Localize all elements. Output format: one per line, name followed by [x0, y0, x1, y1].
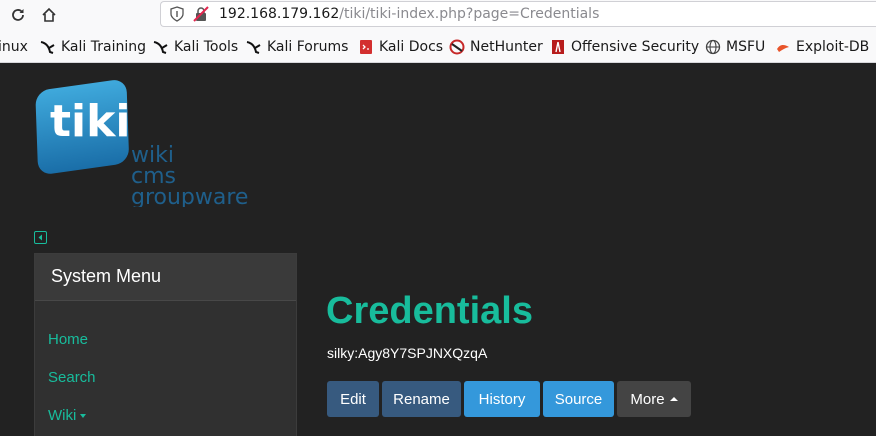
bookmark-kali-linux[interactable]: inux	[0, 38, 28, 56]
url-host: 192.168.179.162	[219, 6, 340, 22]
bookmark-kali-tools[interactable]: Kali Tools	[153, 38, 238, 56]
browser-toolbar: 192.168.179.162/tiki/tiki-index.php?page…	[0, 0, 876, 30]
bookmark-nethunter[interactable]: NetHunter	[449, 38, 543, 56]
page-title: Credentials	[326, 290, 533, 332]
edit-button[interactable]: Edit	[327, 381, 379, 417]
nethunter-icon	[449, 39, 465, 55]
menu-item-wiki[interactable]: Wiki	[48, 407, 87, 424]
bookmark-exploit-db[interactable]: Exploit-DB	[775, 38, 869, 56]
source-button[interactable]: Source	[543, 381, 614, 417]
wiki-page-content: silky:Agy8Y7SPJNXQzqA	[327, 345, 488, 361]
url-bar[interactable]: 192.168.179.162/tiki/tiki-index.php?page…	[160, 1, 876, 27]
reload-icon	[12, 9, 24, 21]
reload-button[interactable]	[7, 4, 29, 26]
system-menu: System Menu Home Search Wiki	[34, 253, 297, 436]
tiki-logo[interactable]: tiki wiki cms groupware	[34, 72, 284, 210]
chevron-down-icon	[80, 414, 87, 419]
history-button[interactable]: History	[464, 381, 540, 417]
rename-button[interactable]: Rename	[382, 381, 461, 417]
offsec-icon	[550, 39, 566, 55]
more-button[interactable]: More	[617, 381, 691, 417]
svg-text:groupware: groupware	[131, 185, 248, 207]
page-body: tiki wiki cms groupware System Menu Home…	[0, 64, 876, 436]
collapse-left-icon	[38, 234, 42, 241]
bookmark-kali-forums[interactable]: Kali Forums	[246, 38, 348, 56]
kali-dragon-icon	[153, 39, 169, 55]
url-text[interactable]: 192.168.179.162/tiki/tiki-index.php?page…	[219, 6, 599, 22]
kali-dragon-icon	[40, 39, 56, 55]
menu-item-home[interactable]: Home	[48, 331, 88, 348]
bookmark-msfu[interactable]: MSFU	[705, 38, 765, 56]
kali-dragon-icon	[246, 39, 262, 55]
home-icon	[42, 7, 56, 22]
insecure-lock-icon[interactable]	[193, 6, 209, 22]
exploitdb-icon	[775, 39, 791, 55]
url-path: /tiki/tiki-index.php?page=Credentials	[339, 6, 600, 22]
site-info-icon[interactable]	[169, 6, 185, 22]
svg-text:tiki: tiki	[50, 96, 130, 147]
toggle-left-column-button[interactable]	[34, 231, 47, 244]
bookmarks-bar: inux Kali Training Kali Tools Kali Forum…	[0, 30, 876, 63]
bookmark-kali-docs[interactable]: Kali Docs	[358, 38, 443, 56]
caret-up-icon	[669, 397, 678, 401]
bookmark-offensive-security[interactable]: Offensive Security	[550, 38, 699, 56]
menu-item-search[interactable]: Search	[48, 369, 96, 386]
globe-icon	[705, 39, 721, 55]
kali-docs-icon	[358, 39, 374, 55]
bookmark-kali-training[interactable]: Kali Training	[40, 38, 146, 56]
home-button[interactable]	[38, 4, 60, 26]
system-menu-title: System Menu	[35, 254, 296, 301]
